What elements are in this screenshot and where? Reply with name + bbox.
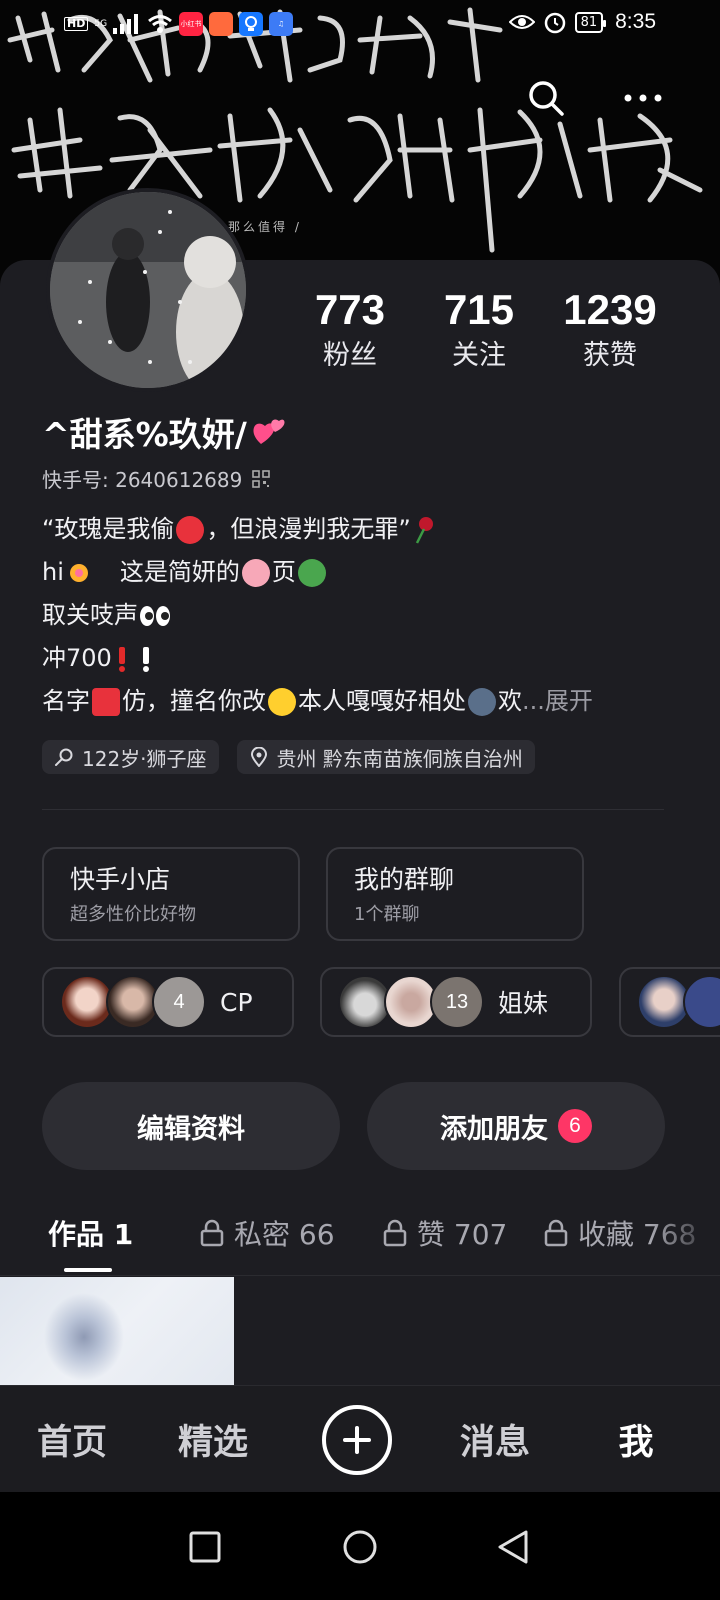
active-tab-indicator — [64, 1268, 112, 1272]
square-icon — [189, 1531, 221, 1563]
system-navigation-bar — [0, 1492, 720, 1600]
my-group-chats-entry[interactable]: 我的群聊 1个群聊 — [326, 847, 584, 941]
clock: 8:35 — [615, 10, 656, 33]
create-post-button[interactable] — [322, 1405, 392, 1475]
back-button[interactable] — [478, 1512, 548, 1582]
edit-profile-button[interactable]: 编辑资料 — [42, 1082, 340, 1170]
red-exclamation-emoji-icon — [118, 646, 125, 672]
search-icon[interactable] — [526, 78, 566, 118]
group-chip-more[interactable] — [619, 967, 720, 1037]
tabs-divider — [0, 1275, 720, 1276]
nav-home[interactable]: 首页 — [12, 1386, 132, 1493]
pig-face-emoji-icon — [241, 558, 270, 587]
group-chip-cp[interactable]: 4 CP — [42, 967, 294, 1037]
lock-icon — [383, 1219, 407, 1247]
leaf-emoji-icon — [297, 558, 326, 587]
signal-type: 5G — [94, 19, 108, 29]
lock-icon — [200, 1219, 224, 1247]
wifi-icon — [148, 15, 172, 33]
lightbulb-app-icon — [239, 12, 264, 36]
add-friend-button[interactable]: 添加朋友 6 — [367, 1082, 665, 1170]
white-exclamation-emoji-icon — [142, 646, 149, 672]
likes-stat[interactable]: 1239 获赞 — [545, 286, 675, 374]
cell-signal-icon — [113, 14, 139, 34]
group-member-count: 13 — [430, 975, 484, 1029]
following-stat[interactable]: 715 关注 — [414, 286, 544, 374]
tabs-fade-overlay — [650, 1206, 720, 1266]
bio-line-3: 取关吱声 — [42, 594, 682, 637]
friend-request-badge: 6 — [558, 1109, 592, 1143]
status-bar: HD 5G 小红书 ♫ 81 8:35 — [0, 0, 720, 50]
bio-line-5: 名字 仿，撞名你改 本人嘎嘎好相处 欢 ...展开 — [42, 680, 682, 723]
tab-likes[interactable]: 赞 707 — [383, 1206, 507, 1260]
blossom-emoji-icon — [69, 563, 88, 582]
new-moon-face-emoji-icon — [468, 687, 496, 716]
lock-icon — [544, 1219, 568, 1247]
bio[interactable]: “玫瑰是我偷 ，但浪漫判我无罪” hi 这是简妍的 页 取关吱声 冲700 名字… — [42, 508, 682, 723]
banner-small-text: 那么值得 / — [228, 220, 302, 234]
kuaishou-id[interactable]: 快手号: 2640612689 — [42, 464, 271, 493]
qr-code-icon[interactable] — [252, 469, 271, 488]
hd-indicator: HD — [64, 17, 89, 31]
prohibited-ideograph-emoji-icon — [92, 687, 120, 716]
profile-avatar[interactable] — [46, 188, 250, 392]
home-button[interactable] — [325, 1512, 395, 1582]
group-member-count: 4 — [152, 975, 206, 1029]
kuaishou-shop-entry[interactable]: 快手小店 超多性价比好物 — [42, 847, 300, 941]
recent-apps-button[interactable] — [170, 1512, 240, 1582]
section-divider — [42, 809, 664, 810]
group-member-avatar — [683, 975, 720, 1029]
two-hearts-emoji-icon — [253, 419, 285, 444]
back-triangle-icon — [498, 1530, 528, 1564]
bio-line-2: hi 这是简妍的 页 — [42, 551, 682, 594]
alarm-icon — [544, 12, 565, 34]
battery-indicator: 81 — [574, 11, 606, 33]
bio-expand-link[interactable]: ...展开 — [522, 680, 593, 723]
eye-comfort-icon — [508, 15, 535, 29]
work-thumbnail[interactable] — [0, 1277, 234, 1385]
avatar-snow-photo — [50, 192, 246, 388]
nav-messages[interactable]: 消息 — [435, 1386, 555, 1493]
music-app-icon: ♫ — [269, 12, 294, 36]
shopping-app-icon — [209, 12, 234, 36]
secret-ideograph-emoji-icon — [176, 515, 205, 544]
nickname: ^甜系%玖妍/ — [42, 408, 287, 456]
male-symbol-icon — [55, 748, 73, 766]
eyes-emoji-icon — [140, 605, 170, 626]
circle-icon — [343, 1530, 377, 1564]
bottom-navigation: 首页 精选 消息 我 — [0, 1385, 720, 1492]
nav-me[interactable]: 我 — [576, 1386, 696, 1493]
content-tabs: 作品 1 私密 66 赞 707 收藏 768 — [0, 1206, 720, 1276]
profile-tags: 122岁·狮子座 贵州 黔东南苗族侗族自治州 — [42, 740, 535, 774]
location-pin-icon — [250, 747, 267, 767]
bio-line-4: 冲700 — [42, 637, 682, 680]
sun-face-emoji-icon — [268, 687, 296, 716]
nav-featured[interactable]: 精选 — [153, 1386, 273, 1493]
location-tag[interactable]: 贵州 黔东南苗族侗族自治州 — [236, 740, 535, 774]
more-options-icon[interactable] — [618, 80, 668, 116]
xiaohongshu-app-icon: 小红书 — [179, 12, 204, 36]
followers-stat[interactable]: 773 粉丝 — [285, 286, 415, 374]
bio-line-1: “玫瑰是我偷 ，但浪漫判我无罪” — [42, 508, 682, 551]
group-chip-sisters[interactable]: 13 姐妹 — [320, 967, 592, 1037]
tab-works[interactable]: 作品 1 — [48, 1206, 133, 1260]
tab-private[interactable]: 私密 66 — [200, 1206, 335, 1260]
plus-icon — [343, 1426, 371, 1454]
age-zodiac-tag[interactable]: 122岁·狮子座 — [42, 740, 219, 774]
wilted-rose-emoji-icon — [415, 516, 433, 544]
